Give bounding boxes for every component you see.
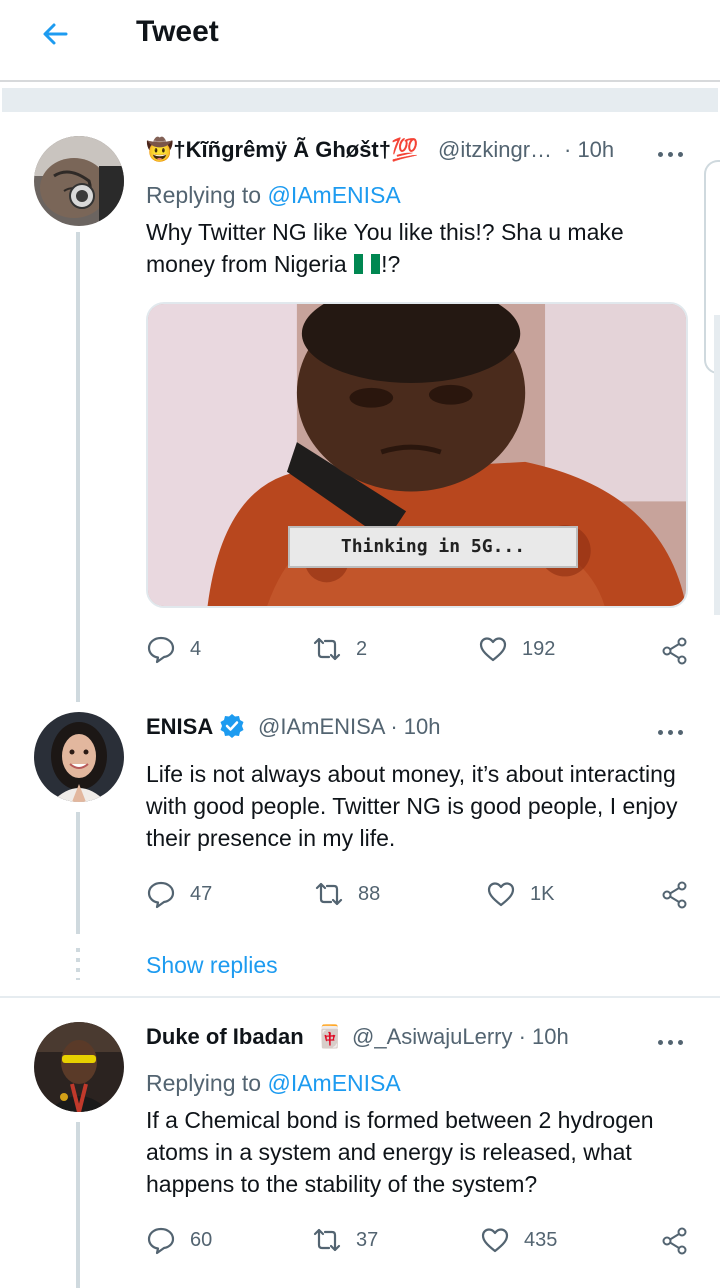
tweet-text: Why Twitter NG like You like this!? Sha … xyxy=(146,216,686,280)
avatar-image xyxy=(34,136,124,226)
avatar[interactable] xyxy=(34,1022,124,1112)
more-options-icon[interactable] xyxy=(656,1028,688,1056)
display-name-text: ENISA xyxy=(146,714,214,739)
show-replies-link[interactable]: Show replies xyxy=(146,950,278,980)
avatar-image xyxy=(34,1022,124,1112)
reply-button[interactable]: 47 xyxy=(146,879,212,909)
reply-button[interactable]: 60 xyxy=(146,1225,212,1255)
heart-icon xyxy=(487,882,515,907)
reply-count: 47 xyxy=(190,882,213,905)
section-spacer xyxy=(2,88,718,112)
thread-line xyxy=(76,232,80,702)
arrow-left-icon xyxy=(43,23,68,45)
replying-prefix: Replying to xyxy=(146,1070,262,1096)
share-button[interactable] xyxy=(660,880,690,910)
heart-icon xyxy=(479,637,507,662)
tweet-text: If a Chemical bond is formed between 2 h… xyxy=(146,1107,654,1197)
tweet-divider xyxy=(0,996,720,998)
scrollbar-track[interactable] xyxy=(714,315,720,615)
reply-count: 60 xyxy=(190,1228,213,1251)
username[interactable]: @itzkingr… xyxy=(438,136,552,164)
thread-line xyxy=(76,1122,80,1288)
avatar-image xyxy=(34,712,124,802)
like-count: 1K xyxy=(530,882,555,905)
tweet-text: Life is not always about money, it’s abo… xyxy=(146,761,678,851)
mahjong-icon: 🀄 xyxy=(316,1024,344,1049)
retweet-button[interactable]: 88 xyxy=(314,879,380,909)
mention-link[interactable]: @IAmENISA xyxy=(267,1070,400,1096)
tweet-text-end: !? xyxy=(381,251,401,277)
share-icon xyxy=(662,637,687,665)
avatar[interactable] xyxy=(34,136,124,226)
replying-to: Replying to @IAmENISA xyxy=(146,180,401,210)
like-button[interactable]: 1K xyxy=(486,879,554,909)
username[interactable]: @IAmENISA · 10h xyxy=(258,713,441,741)
retweet-icon xyxy=(315,882,343,906)
retweet-count: 37 xyxy=(356,1228,379,1251)
more-options-icon[interactable] xyxy=(656,718,688,746)
verified-badge-icon xyxy=(220,714,244,738)
like-count: 192 xyxy=(522,637,556,660)
reply-icon xyxy=(147,1227,175,1255)
like-count: 435 xyxy=(524,1228,558,1251)
reply-icon xyxy=(147,636,175,664)
share-button[interactable] xyxy=(660,636,690,666)
thread-line xyxy=(76,812,80,934)
more-options-icon[interactable] xyxy=(656,140,688,168)
header-divider xyxy=(0,80,720,82)
display-name[interactable]: 🤠†Kĩñgrêmÿ Ã Ghøšt†💯 xyxy=(146,136,418,164)
display-name[interactable]: ENISA xyxy=(146,713,245,741)
username[interactable]: @_AsiwajuLerry · 10h xyxy=(352,1023,569,1051)
mention-link[interactable]: @IAmENISA xyxy=(267,182,400,208)
replying-to: Replying to @IAmENISA xyxy=(146,1068,401,1098)
meme-caption: Thinking in 5G... xyxy=(288,526,578,568)
display-name[interactable]: Duke of Ibadan xyxy=(146,1023,304,1051)
avatar[interactable] xyxy=(34,712,124,802)
retweet-icon xyxy=(313,637,341,661)
heart-icon xyxy=(481,1228,509,1253)
page-title: Tweet xyxy=(136,15,219,48)
retweet-count: 2 xyxy=(356,637,368,660)
reply-button[interactable]: 4 xyxy=(146,634,201,664)
thread-continuation-dots xyxy=(76,948,80,980)
share-button[interactable] xyxy=(660,1226,690,1256)
retweet-icon xyxy=(313,1228,341,1252)
retweet-count: 88 xyxy=(358,882,381,905)
reply-icon xyxy=(147,881,175,909)
timestamp[interactable]: · 10h xyxy=(564,136,614,164)
share-icon xyxy=(662,881,687,909)
replying-prefix: Replying to xyxy=(146,182,262,208)
top-bar: Tweet xyxy=(0,0,720,80)
tweet-media-image[interactable]: Thinking in 5G... xyxy=(146,302,688,608)
share-icon xyxy=(662,1227,687,1255)
retweet-button[interactable]: 2 xyxy=(312,634,367,664)
nigeria-flag-icon xyxy=(354,250,381,274)
like-button[interactable]: 435 xyxy=(480,1225,557,1255)
reply-count: 4 xyxy=(190,637,202,660)
retweet-button[interactable]: 37 xyxy=(312,1225,378,1255)
back-button[interactable] xyxy=(36,14,76,54)
like-button[interactable]: 192 xyxy=(478,634,555,664)
